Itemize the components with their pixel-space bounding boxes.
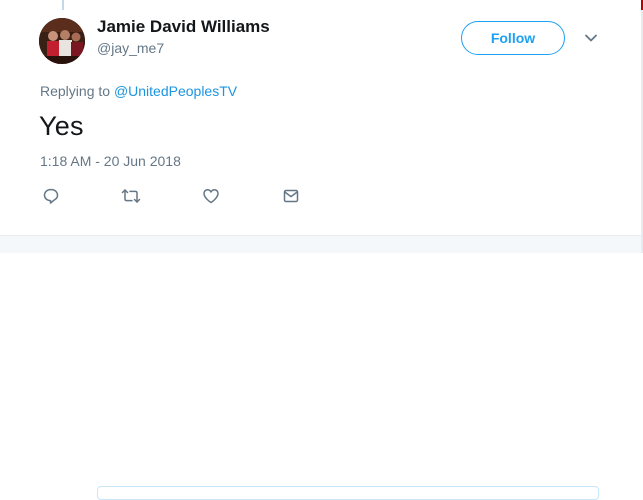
author-name[interactable]: Jamie David Williams: [97, 17, 270, 37]
tweet-actions: [0, 185, 641, 207]
reply-mention-link[interactable]: @UnitedPeoplesTV: [114, 83, 237, 99]
direct-message-button[interactable]: [280, 185, 302, 207]
follow-button[interactable]: Follow: [461, 21, 565, 55]
reply-icon: [43, 188, 59, 204]
reply-context: Replying to @UnitedPeoplesTV: [40, 83, 237, 99]
tweet-card: Jamie David Williams @jay_me7 Follow Rep…: [0, 0, 641, 236]
tweet-text: Yes: [39, 111, 84, 141]
retweet-button[interactable]: [120, 185, 142, 207]
reply-area: [0, 236, 641, 500]
heart-icon: [203, 189, 219, 204]
tweet-timestamp[interactable]: 1:18 AM - 20 Jun 2018: [40, 153, 181, 169]
chevron-down-icon[interactable]: [584, 31, 598, 45]
reply-button[interactable]: [40, 185, 62, 207]
author-handle[interactable]: @jay_me7: [97, 40, 164, 56]
like-button[interactable]: [200, 185, 222, 207]
reply-context-prefix: Replying to: [40, 83, 111, 99]
avatar-photo-icon: [39, 18, 85, 64]
envelope-icon: [283, 189, 299, 203]
retweet-icon: [121, 189, 141, 203]
avatar[interactable]: [39, 18, 85, 64]
reply-input[interactable]: [97, 486, 599, 500]
